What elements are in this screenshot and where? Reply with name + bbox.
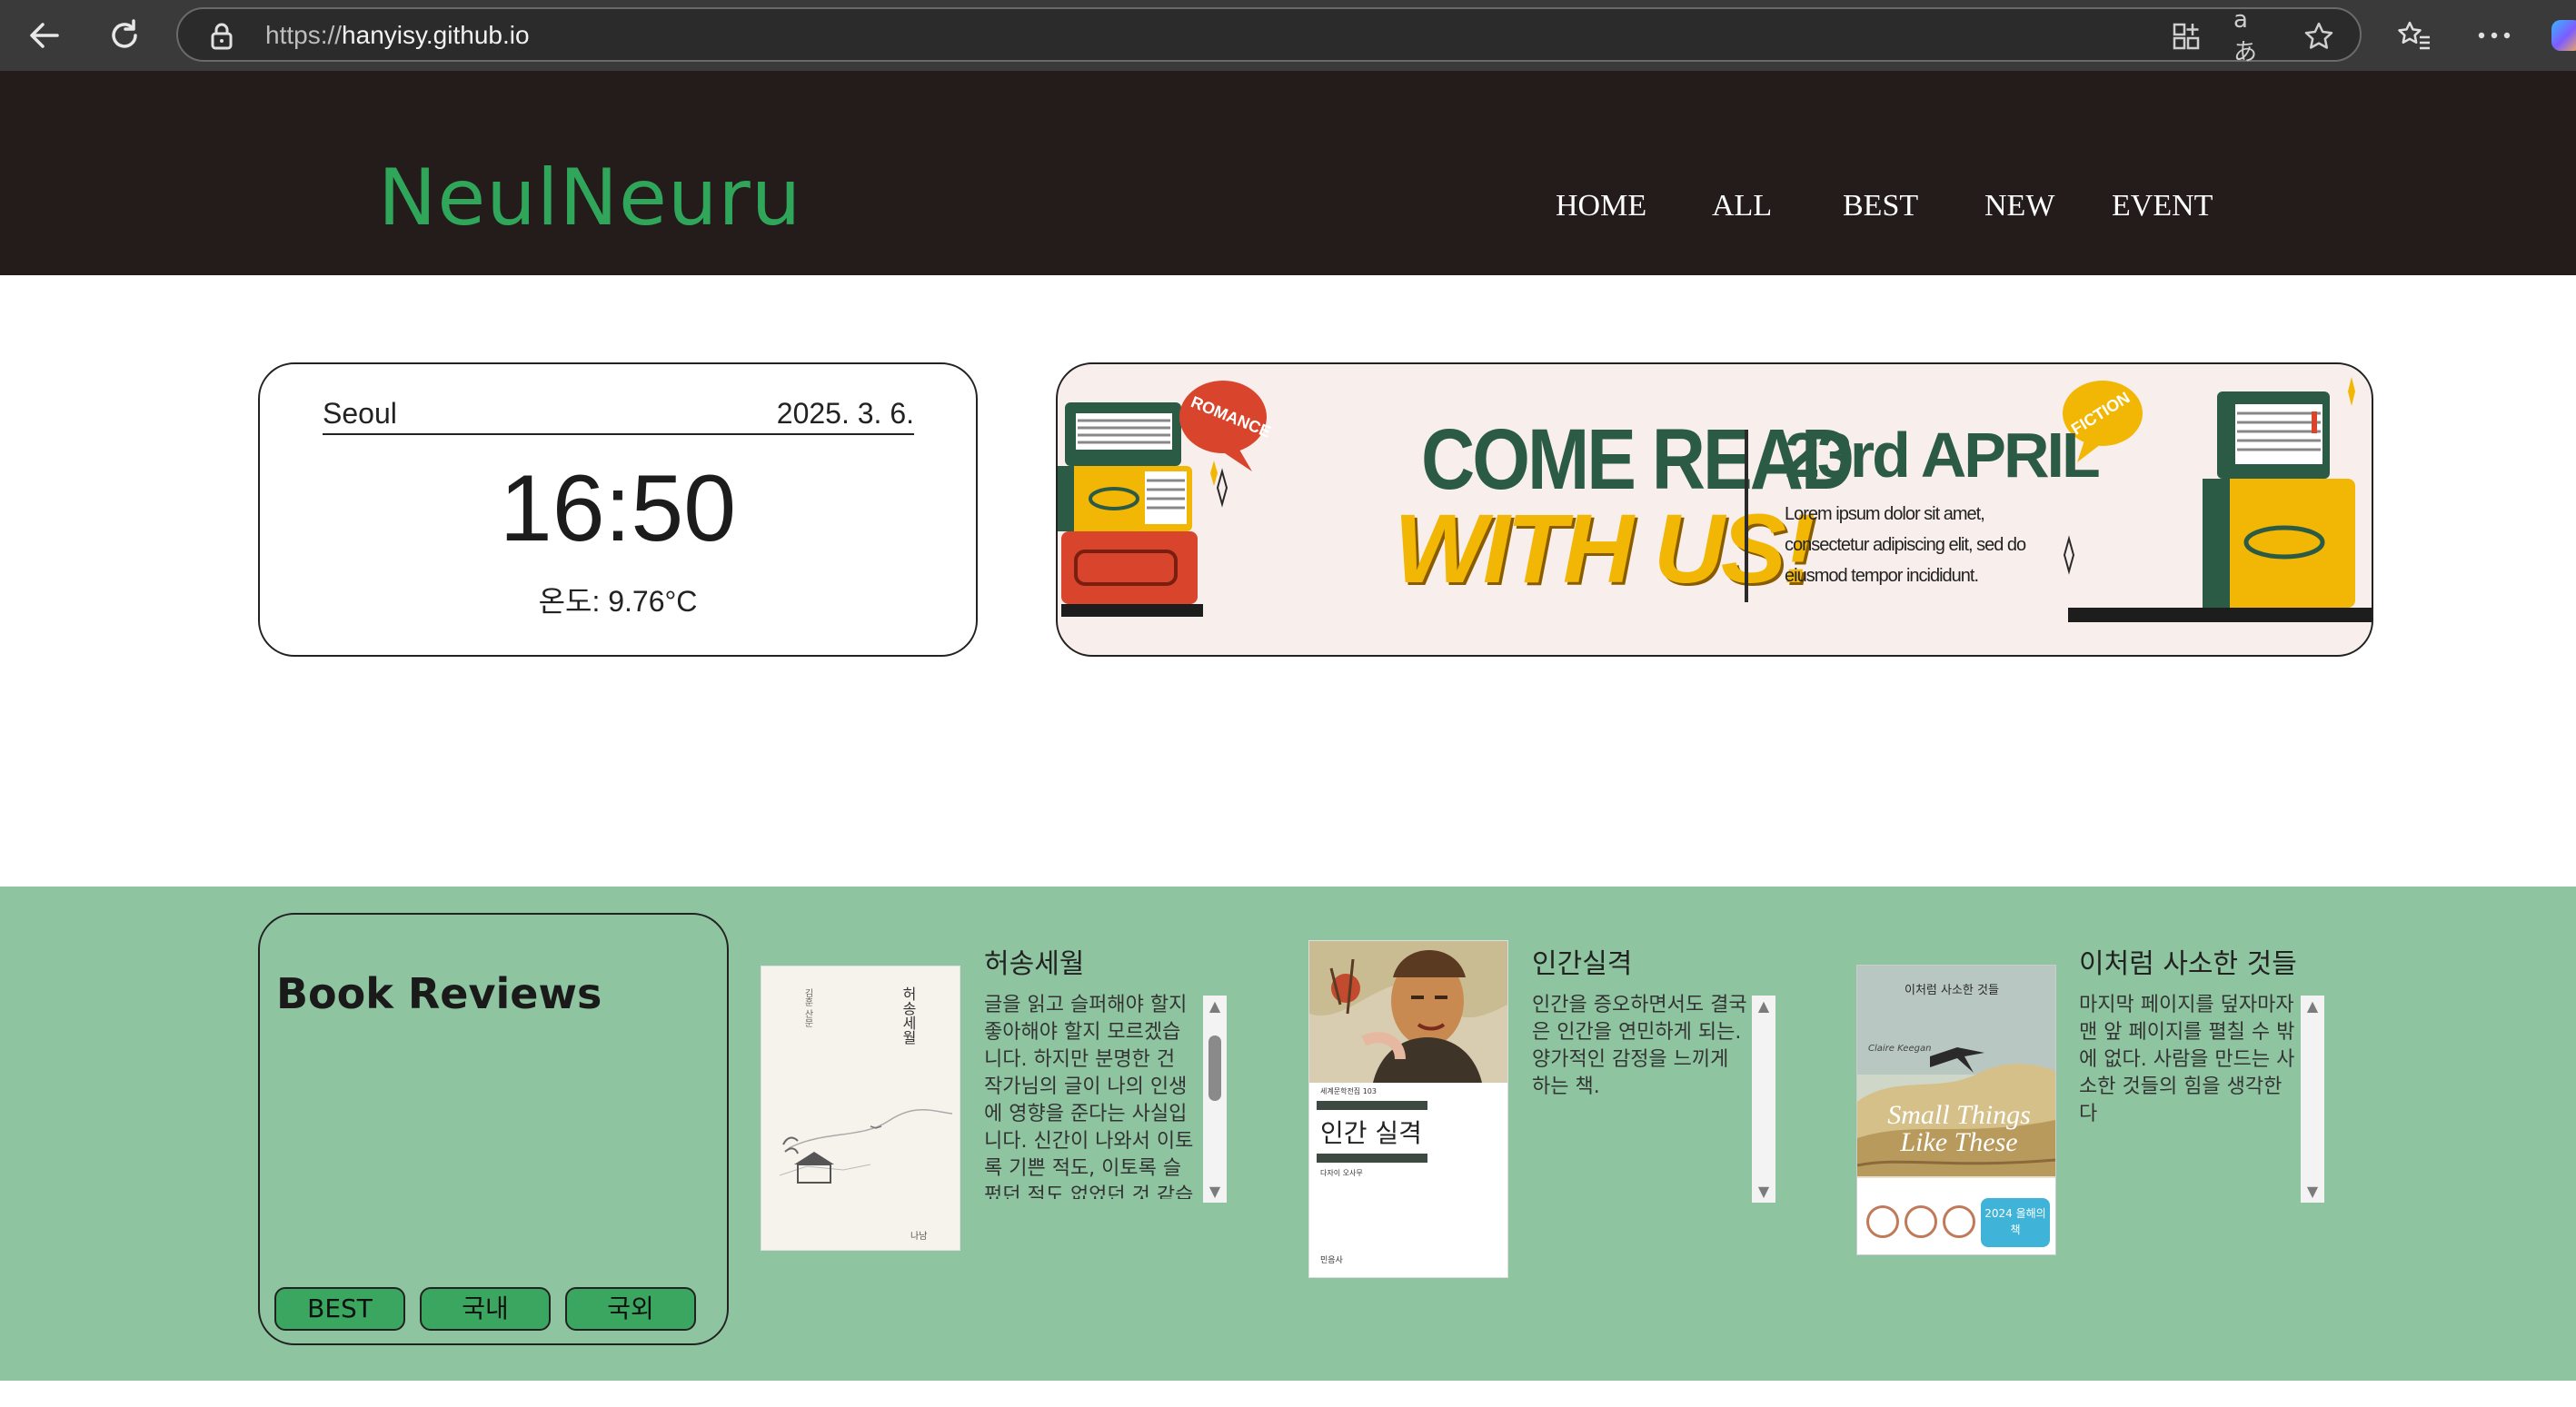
url-scheme: https:// (265, 21, 343, 49)
nav-all[interactable]: ALL (1712, 189, 1772, 223)
scroll-down-icon[interactable]: ▼ (1752, 1181, 1775, 1203)
nav-new[interactable]: NEW (1984, 189, 2054, 223)
cover-series-band (1317, 1101, 1427, 1110)
nav-home[interactable]: HOME (1556, 189, 1646, 223)
review-scrollbar[interactable]: ▲ ▼ (1203, 996, 1227, 1203)
filter-foreign-button[interactable]: 국외 (565, 1287, 696, 1331)
award-seal (1905, 1205, 1937, 1238)
award-badge: 2024 올해의 책 (1981, 1198, 2050, 1247)
cover-title: 허송세월 (900, 986, 917, 1045)
cover-author: 다자이 오사무 (1320, 1169, 1363, 1177)
cover-title: 인간 실격 (1320, 1118, 1422, 1148)
book-review-text: 마지막 페이지를 덮자마자 맨 앞 페이지를 펼칠 수 밖에 없다. 사람을 만… (2079, 994, 2295, 1125)
app-icon[interactable] (2168, 18, 2204, 54)
refresh-icon[interactable] (102, 13, 147, 58)
weather-temperature: 온도: 9.76°C (538, 585, 698, 618)
review-scrollbar[interactable]: ▲ ▼ (1752, 996, 1775, 1203)
book-cover[interactable]: 이처럼 사소한 것들 Claire Keegan Small Things Li… (1856, 965, 2056, 1255)
weather-city: Seoul (323, 397, 397, 430)
book-review-text: 인간을 증오하면서도 결국은 인간을 연민하게 되는. 양가적인 감정을 느끼게… (1532, 994, 1747, 1098)
scroll-thumb[interactable] (1208, 1035, 1221, 1101)
cover-author: Claire Keegan (1868, 1044, 1932, 1054)
star-icon[interactable] (2301, 18, 2337, 54)
copilot-icon[interactable] (2551, 20, 2576, 51)
translate-icon[interactable]: aあ (2233, 6, 2270, 66)
cover-title-band (1317, 1154, 1427, 1163)
book-review-text: 글을 읽고 슬퍼해야 할지 좋아해야 할지 모르겠습니다. 하지만 분명한 건 … (984, 994, 1194, 1199)
award-seal (1866, 1205, 1899, 1238)
cover-title-ko: 이처럼 사소한 것들 (1905, 984, 1999, 997)
reviews-title: Book Reviews (276, 969, 602, 1018)
scroll-up-icon[interactable]: ▲ (1752, 996, 1775, 1017)
filter-domestic-button[interactable]: 국내 (420, 1287, 551, 1331)
scroll-up-icon[interactable]: ▲ (2301, 996, 2324, 1017)
cover-title-en: Small Things Like These (1887, 1100, 2031, 1157)
url-text[interactable]: https://hanyisy.github.io (265, 21, 530, 50)
weather-divider (323, 433, 914, 435)
favorites-icon[interactable] (2393, 15, 2435, 56)
banner-divider (1745, 430, 1748, 602)
lock-icon[interactable] (205, 20, 238, 53)
banner-body-text: Lorem ipsum dolor sit amet, consectetur … (1785, 504, 2026, 586)
award-seal (1943, 1205, 1975, 1238)
book-cover[interactable]: 허송세월 김훈 산문 나남 (761, 966, 960, 1251)
cover-author: 김훈 산문 (802, 988, 812, 1028)
site-header: NeulNeuru HOME ALL BEST NEW EVENT (0, 71, 2576, 275)
book-reviews-section: Book Reviews BEST 국내 국외 허송세월 김훈 산문 나남 허송… (0, 887, 2576, 1381)
scroll-down-icon[interactable]: ▼ (2301, 1181, 2324, 1203)
more-icon[interactable] (2473, 15, 2515, 56)
scroll-up-icon[interactable]: ▲ (1203, 996, 1227, 1017)
weather-date: 2025. 3. 6. (776, 397, 914, 430)
filter-best-button[interactable]: BEST (274, 1287, 405, 1331)
banner-event-date: 23rd APRIL (1785, 420, 2101, 490)
cover-publisher: 민음사 (1320, 1256, 1343, 1265)
cover-series: 세계문학전집 103 (1320, 1087, 1377, 1095)
review-scrollbar[interactable]: ▲ ▼ (2301, 996, 2324, 1203)
reviews-panel: Book Reviews BEST 국내 국외 (258, 913, 729, 1345)
address-bar[interactable]: https://hanyisy.github.io aあ (176, 6, 2362, 66)
back-icon[interactable] (22, 13, 67, 58)
scroll-down-icon[interactable]: ▼ (1203, 1181, 1227, 1203)
book-title[interactable]: 허송세월 (984, 941, 1084, 981)
url-host: hanyisy.github.io (342, 21, 530, 49)
cover-illustration (779, 1109, 953, 1184)
book-cover[interactable]: 세계문학전집 103 인간 실격 다자이 오사무 민음사 (1308, 940, 1508, 1278)
nav-best[interactable]: BEST (1843, 189, 1918, 223)
weather-time: 16:50 (499, 456, 737, 561)
book-title[interactable]: 인간실격 (1532, 941, 1632, 981)
cover-award-strip: 2024 올해의 책 (1857, 1178, 2055, 1254)
browser-toolbar: https://hanyisy.github.io aあ (0, 0, 2576, 71)
cover-publisher: 나남 (910, 1232, 928, 1242)
weather-widget: Seoul 2025. 3. 6. 16:50 온도: 9.76°C (258, 362, 978, 657)
banner-headline-2: WITH US! (1394, 493, 1815, 603)
event-banner[interactable]: ROMANCE FICTION COME READ WITH US! 23rd … (1056, 362, 2373, 657)
book-title[interactable]: 이처럼 사소한 것들 (2079, 941, 2297, 981)
site-logo[interactable]: NeulNeuru (378, 153, 801, 243)
nav-event[interactable]: EVENT (2112, 189, 2213, 223)
cover-portrait-illustration (1309, 941, 1507, 1083)
